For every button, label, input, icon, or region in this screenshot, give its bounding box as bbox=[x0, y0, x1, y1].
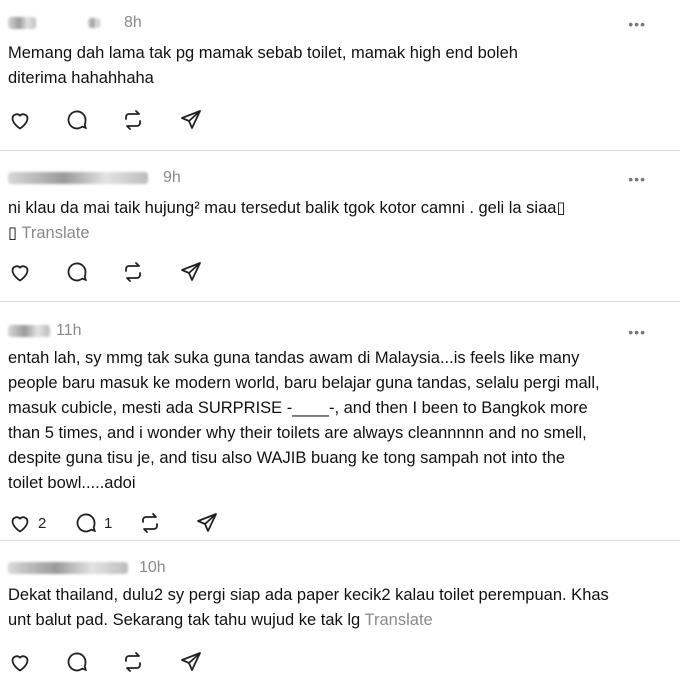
translate-link[interactable]: Translate bbox=[365, 611, 433, 629]
translate-link[interactable]: Translate bbox=[21, 224, 89, 242]
post-4: 10h Dekat thailand, dulu2 sy pergi siap … bbox=[0, 541, 680, 673]
post-text: Dekat thailand, dulu2 sy pergi siap ada … bbox=[8, 586, 609, 629]
comment-icon bbox=[67, 652, 88, 672]
repost-button[interactable] bbox=[121, 107, 145, 133]
reply-button[interactable]: 1 bbox=[74, 510, 112, 536]
reply-count: 1 bbox=[104, 514, 113, 532]
reply-button[interactable] bbox=[65, 107, 89, 133]
share-icon bbox=[181, 110, 201, 129]
heart-icon bbox=[11, 516, 29, 533]
repost-button[interactable] bbox=[138, 510, 162, 536]
comment-icon bbox=[67, 262, 88, 282]
more-icon[interactable]: ••• bbox=[628, 171, 646, 187]
share-button[interactable] bbox=[179, 649, 203, 675]
share-button[interactable] bbox=[179, 107, 203, 133]
post-1: 8h ••• Memang dah lama tak pg mamak seba… bbox=[0, 0, 680, 150]
author-name[interactable] bbox=[8, 322, 50, 340]
post-time: 8h bbox=[124, 14, 142, 31]
share-button[interactable] bbox=[195, 510, 219, 536]
share-icon bbox=[181, 652, 201, 671]
share-icon bbox=[197, 513, 217, 532]
repost-icon bbox=[125, 262, 141, 282]
reply-button[interactable] bbox=[65, 259, 89, 285]
reply-button[interactable] bbox=[65, 649, 89, 675]
comment-icon bbox=[76, 513, 97, 533]
repost-icon bbox=[142, 513, 158, 533]
like-button[interactable] bbox=[8, 107, 32, 133]
post-time: 10h bbox=[139, 559, 166, 576]
like-button[interactable] bbox=[8, 259, 32, 285]
like-button[interactable] bbox=[8, 649, 32, 675]
comment-icon bbox=[67, 110, 88, 130]
repost-button[interactable] bbox=[121, 259, 145, 285]
more-icon[interactable]: ••• bbox=[628, 16, 646, 32]
post-text: entah lah, sy mmg tak suka guna tandas a… bbox=[8, 349, 600, 492]
post-time: 9h bbox=[163, 169, 181, 186]
post-2: 9h ••• ni klau da mai taik hujung² mau t… bbox=[0, 151, 680, 301]
share-icon bbox=[181, 262, 201, 281]
like-count: 2 bbox=[38, 514, 47, 532]
post-time: 11h bbox=[56, 322, 82, 339]
author-name[interactable] bbox=[8, 559, 128, 577]
author-name[interactable] bbox=[8, 14, 100, 32]
author-name[interactable] bbox=[8, 169, 148, 187]
more-icon[interactable]: ••• bbox=[628, 324, 646, 340]
heart-icon bbox=[11, 655, 29, 672]
post-3: 11h ••• entah lah, sy mmg tak suka guna … bbox=[0, 302, 680, 540]
heart-icon bbox=[11, 265, 29, 282]
like-button[interactable]: 2 bbox=[8, 510, 46, 536]
heart-icon bbox=[11, 113, 29, 130]
repost-icon bbox=[125, 110, 141, 130]
repost-button[interactable] bbox=[121, 649, 145, 675]
share-button[interactable] bbox=[179, 259, 203, 285]
repost-icon bbox=[125, 652, 141, 672]
post-text: Memang dah lama tak pg mamak sebab toile… bbox=[8, 44, 518, 87]
post-text: ni klau da mai taik hujung² mau tersedut… bbox=[8, 199, 566, 242]
